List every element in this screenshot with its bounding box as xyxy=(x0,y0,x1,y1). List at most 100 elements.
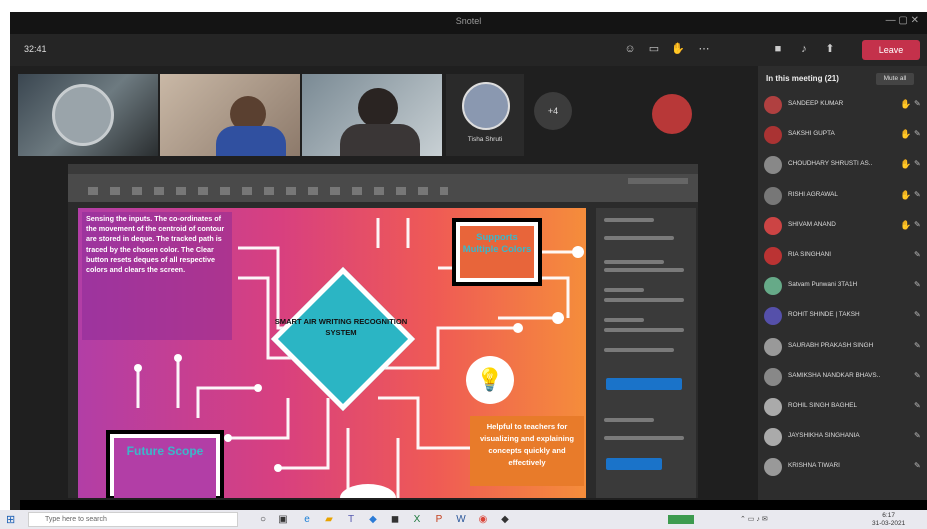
taskbar-clock[interactable]: 6:17 31-03-2021 xyxy=(872,512,905,527)
avatar xyxy=(764,428,782,447)
participant-name: CHOUDHARY SHRUSTI AS.. xyxy=(788,160,873,168)
mic-muted-icon: ✎ xyxy=(914,129,921,139)
participant-avatar[interactable] xyxy=(652,94,692,134)
overflow-participants[interactable]: +4 xyxy=(534,92,572,130)
participant-video[interactable] xyxy=(160,74,300,156)
participant-row[interactable]: SANDEEP KUMAR ✋ ✎ xyxy=(764,92,924,118)
tray-app-icon[interactable] xyxy=(668,515,694,524)
panel-header: In this meeting (21) xyxy=(766,74,839,83)
app-icon[interactable]: ◼ xyxy=(388,513,402,526)
file-explorer-icon[interactable]: ▰ xyxy=(322,513,336,526)
windows-start-icon[interactable]: ⊞ xyxy=(6,513,15,526)
camera-icon[interactable]: ■ xyxy=(770,41,786,57)
mic-muted-icon: ✎ xyxy=(914,370,921,380)
slide-intro-text: Sensing the inputs. The co-ordinates of … xyxy=(82,212,232,340)
edge-icon[interactable]: e xyxy=(300,513,314,526)
top-margin xyxy=(0,0,927,12)
participant-row[interactable]: ROHIT SHINDE | TAKSH ✎ xyxy=(764,303,924,329)
teams-window: Snotel — ▢ ✕ 32:41 ☺ ▭ ✋ ⋯ ■ ♪ ⬆ Leave T… xyxy=(10,12,927,510)
store-icon[interactable]: ◆ xyxy=(366,513,380,526)
taskbar: ⊞ Type here to search ○ ▣ e ▰ T ◆ ◼ X P … xyxy=(0,510,927,529)
window-controls[interactable]: — ▢ ✕ xyxy=(886,15,919,26)
participant-row[interactable]: RISHI AGRAWAL ✋ ✎ xyxy=(764,183,924,209)
clock-time: 6:17 xyxy=(882,512,895,519)
participant-name: RISHI AGRAWAL xyxy=(788,190,838,198)
cortana-icon[interactable]: ○ xyxy=(256,513,270,526)
participant-name: SHIVAM ANAND xyxy=(788,220,836,228)
mic-muted-icon: ✎ xyxy=(914,99,921,108)
future-scope-text: Future Scope xyxy=(114,438,216,498)
clock-date: 31-03-2021 xyxy=(872,519,906,527)
avatar xyxy=(764,277,782,296)
mic-muted-icon: ✎ xyxy=(914,401,921,410)
pane-apply-button[interactable] xyxy=(606,378,682,390)
meeting-toolbar: 32:41 ☺ ▭ ✋ ⋯ ■ ♪ ⬆ Leave xyxy=(10,34,927,66)
participant-video[interactable] xyxy=(302,74,442,156)
ppt-ribbon xyxy=(68,174,698,202)
ppt-title-bar xyxy=(68,164,698,174)
raise-hand-icon[interactable]: ✋ xyxy=(670,41,686,57)
mute-all-button[interactable]: Mute all xyxy=(876,73,914,85)
share-icon[interactable]: ⬆ xyxy=(822,41,838,57)
participant-video[interactable] xyxy=(18,74,158,156)
chat-icon[interactable]: ▭ xyxy=(646,41,662,57)
participant-name: JAYSHIKHA SINGHANIA xyxy=(788,432,860,440)
task-view-icon[interactable]: ▣ xyxy=(276,513,290,526)
avatar xyxy=(764,398,782,416)
excel-icon[interactable]: X xyxy=(410,513,424,526)
supports-colors-box: Supports Multiple Colors xyxy=(452,218,542,286)
avatar xyxy=(764,126,782,145)
participant-row[interactable]: SHIVAM ANAND ✋ ✎ xyxy=(764,213,924,239)
raised-hand-icon: ✋ xyxy=(900,219,912,230)
mic-muted-icon: ✎ xyxy=(914,189,921,199)
participant-row[interactable]: Satvam Punwani 3TA1H ✎ xyxy=(764,273,924,299)
teams-icon[interactable]: T xyxy=(344,513,358,526)
participant-row[interactable]: SAURABH PRAKASH SINGH ✎ xyxy=(764,334,924,360)
presentation-slide: Sensing the inputs. The co-ordinates of … xyxy=(78,208,586,498)
title-bar: Snotel — ▢ ✕ xyxy=(10,12,927,34)
raised-hand-icon: ✋ xyxy=(900,129,912,140)
participant-name: SAURABH PRAKASH SINGH xyxy=(788,341,874,349)
participant-row[interactable]: ROHIL SINGH BAGHEL ✎ xyxy=(764,394,924,420)
mic-muted-icon: ✎ xyxy=(914,340,921,350)
avatar xyxy=(764,156,782,175)
mic-muted-icon: ✎ xyxy=(914,431,921,441)
mic-muted-icon: ✎ xyxy=(914,250,921,259)
participant-name: ROHIL SINGH BAGHEL xyxy=(788,402,858,409)
avatar xyxy=(764,307,782,326)
app-icon[interactable]: ◆ xyxy=(498,513,512,526)
participant-name: KRISHNA TIWARI xyxy=(788,462,840,470)
participant-row[interactable]: JAYSHIKHA SINGHANIA ✎ xyxy=(764,424,924,450)
participant-row[interactable]: KRISHNA TIWARI ✎ xyxy=(764,454,924,480)
participant-name: Tisha Shruti xyxy=(467,136,503,143)
bottom-strip xyxy=(20,500,927,510)
people-icon[interactable]: ☺ xyxy=(622,41,638,57)
chrome-icon[interactable]: ◉ xyxy=(476,513,490,526)
participant-name: SAMIKSHA NANDKAR BHAVS.. xyxy=(788,371,881,379)
participant-name: RIA SINGHANI xyxy=(788,251,831,258)
avatar xyxy=(764,186,782,205)
mic-muted-icon: ✎ xyxy=(914,159,921,169)
future-scope-box: Future Scope xyxy=(106,430,224,498)
participant-row[interactable]: SAMIKSHA NANDKAR BHAVS.. ✎ xyxy=(764,364,924,390)
participant-row[interactable]: SAKSHI GUPTA ✋ ✎ xyxy=(764,122,924,148)
mic-muted-icon: ✎ xyxy=(914,461,921,471)
word-icon[interactable]: W xyxy=(454,513,468,526)
meeting-timer: 32:41 xyxy=(24,44,47,54)
participants-panel: In this meeting (21) Mute all SANDEEP KU… xyxy=(758,66,927,510)
participant-tile[interactable]: Tisha Shruti xyxy=(446,74,524,156)
mic-muted-icon: ✎ xyxy=(914,219,921,229)
participant-row[interactable]: RIA SINGHANI ✎ xyxy=(764,243,924,269)
taskbar-search-input[interactable]: Type here to search xyxy=(28,512,238,527)
leave-button[interactable]: Leave xyxy=(862,40,920,60)
more-actions-icon[interactable]: ⋯ xyxy=(696,41,712,57)
pane-secondary-button[interactable] xyxy=(606,458,662,470)
raised-hand-icon: ✋ xyxy=(900,99,912,109)
powerpoint-icon[interactable]: P xyxy=(432,513,446,526)
participant-row[interactable]: CHOUDHARY SHRUSTI AS.. ✋ ✎ xyxy=(764,152,924,178)
design-pane xyxy=(596,208,696,498)
system-tray[interactable]: ⌃ ▭ ♪ ✉ xyxy=(740,515,768,523)
mic-icon[interactable]: ♪ xyxy=(796,41,812,57)
avatar xyxy=(764,216,782,235)
raised-hand-icon: ✋ xyxy=(900,189,912,200)
